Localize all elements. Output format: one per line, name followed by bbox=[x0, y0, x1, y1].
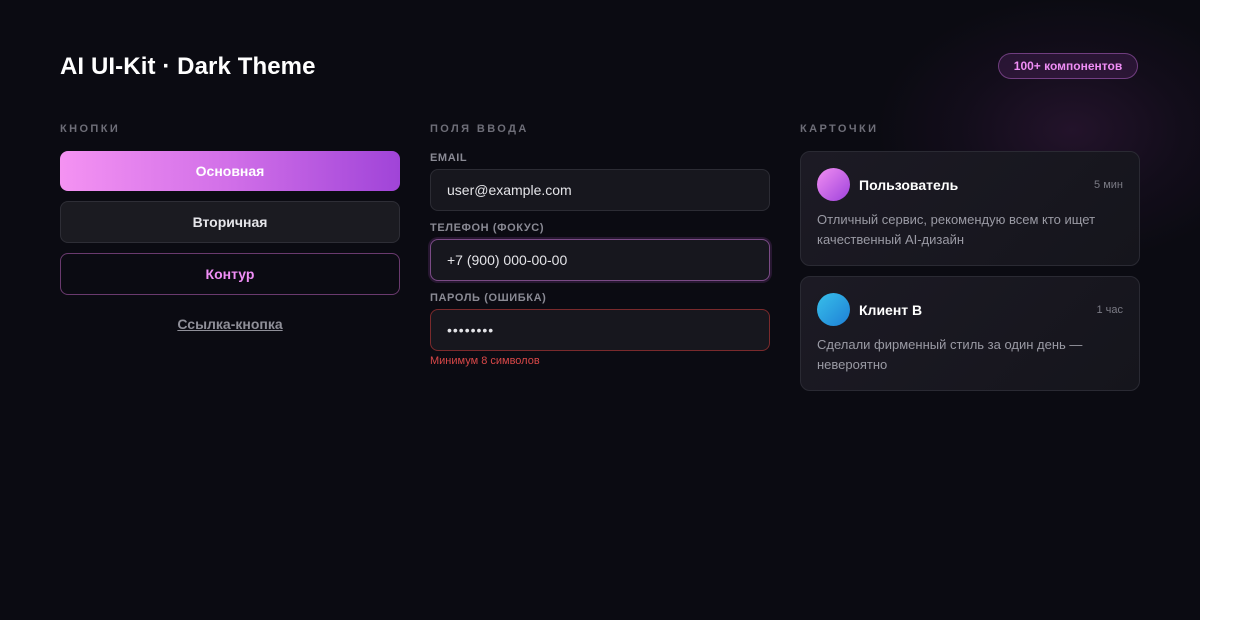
password-error-message: Минимум 8 символов bbox=[430, 355, 540, 367]
review-card[interactable]: Клиент B 1 час Сделали фирменный стиль з… bbox=[800, 276, 1140, 391]
ui-kit-canvas: AI UI-Kit · Dark Theme 100+ компонентов … bbox=[0, 0, 1200, 620]
primary-button[interactable]: Основная bbox=[60, 151, 400, 191]
email-field[interactable] bbox=[430, 169, 770, 211]
card-body-text: Сделали фирменный стиль за один день — н… bbox=[817, 337, 1083, 372]
page-title: AI UI-Kit · Dark Theme bbox=[60, 53, 316, 80]
phone-field[interactable] bbox=[430, 239, 770, 281]
password-field[interactable] bbox=[430, 309, 770, 351]
phone-label: ТЕЛЕФОН (ФОКУС) bbox=[430, 222, 545, 234]
link-button[interactable]: Ссылка-кнопка bbox=[60, 316, 400, 332]
outline-button[interactable]: Контур bbox=[60, 253, 400, 295]
password-label: ПАРОЛЬ (ОШИБКА) bbox=[430, 292, 547, 304]
buttons-section-heading: КНОПКИ bbox=[60, 123, 121, 135]
card-timestamp: 5 мин bbox=[1094, 179, 1123, 191]
email-label: EMAIL bbox=[430, 152, 468, 164]
card-author-name: Клиент B bbox=[859, 302, 923, 318]
avatar bbox=[817, 168, 850, 201]
review-card[interactable]: Пользователь 5 мин Отличный сервис, реко… bbox=[800, 151, 1140, 266]
card-timestamp: 1 час bbox=[1096, 304, 1123, 316]
secondary-button[interactable]: Вторичная bbox=[60, 201, 400, 243]
cards-section-heading: КАРТОЧКИ bbox=[800, 123, 879, 135]
inputs-section-heading: ПОЛЯ ВВОДА bbox=[430, 123, 529, 135]
avatar bbox=[817, 293, 850, 326]
components-count-badge: 100+ компонентов bbox=[998, 53, 1138, 79]
card-author-name: Пользователь bbox=[859, 177, 959, 193]
card-body-text: Отличный сервис, рекомендую всем кто ище… bbox=[817, 212, 1096, 247]
